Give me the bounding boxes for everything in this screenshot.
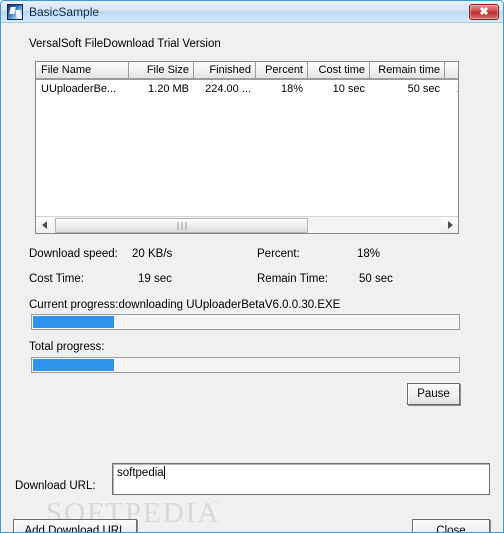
total-progress-fill xyxy=(33,359,114,371)
total-progress-label: Total progress: xyxy=(29,341,105,353)
scroll-left-arrow-icon[interactable] xyxy=(36,217,53,233)
cost-time-label: Cost Time: xyxy=(29,273,84,285)
trial-version-label: VersalSoft FileDownload Trial Version xyxy=(29,38,221,50)
window-close-button[interactable]: ✖ xyxy=(469,4,499,20)
cell-remain-time: 50 sec xyxy=(407,83,440,95)
app-icon xyxy=(7,4,23,20)
column-header-file-name[interactable]: File Name xyxy=(36,62,129,79)
column-header-finished[interactable]: Finished xyxy=(194,62,256,79)
cost-time-value: 19 sec xyxy=(138,273,172,285)
text-caret xyxy=(164,466,165,479)
title-bar: BasicSample ✖ xyxy=(1,1,503,23)
table-row[interactable]: UUploaderBe... 1.20 MB 224.00 ... 18% 10… xyxy=(36,81,458,98)
cell-file-size: 1.20 MB xyxy=(148,83,189,95)
download-speed-label: Download speed: xyxy=(29,248,118,260)
column-header-speed[interactable]: Spee xyxy=(445,62,458,79)
download-url-label: Download URL: xyxy=(15,480,96,492)
download-speed-value: 20 KB/s xyxy=(132,248,173,260)
cell-cost-time: 10 sec xyxy=(332,83,365,95)
downloads-list-view[interactable]: File Name File Size Finished Percent Cos… xyxy=(35,61,459,234)
cell-file-name: UUploaderBe... xyxy=(41,83,117,95)
horizontal-scrollbar[interactable] xyxy=(36,216,458,233)
scrollbar-thumb[interactable] xyxy=(55,218,308,233)
download-url-input[interactable]: softpedia xyxy=(112,463,490,495)
column-header-percent[interactable]: Percent xyxy=(256,62,308,79)
scrollbar-grip-icon xyxy=(177,222,186,230)
watermark-trademark-icon: ™ xyxy=(211,499,220,509)
column-header-file-size[interactable]: File Size xyxy=(129,62,194,79)
pause-button[interactable]: Pause xyxy=(407,383,460,405)
download-url-value: softpedia xyxy=(117,467,164,479)
window-title: BasicSample xyxy=(29,5,100,19)
client-area: VersalSoft FileDownload Trial Version Fi… xyxy=(2,23,502,532)
cell-percent: 18% xyxy=(280,83,303,95)
scroll-right-arrow-icon[interactable] xyxy=(441,217,458,233)
column-header-cost-time[interactable]: Cost time xyxy=(308,62,370,79)
close-button[interactable]: Close xyxy=(412,519,490,532)
column-header-remain-time[interactable]: Remain time xyxy=(370,62,445,79)
cell-speed: 20 KB. xyxy=(445,81,458,98)
remain-time-label: Remain Time: xyxy=(257,273,328,285)
current-progress-label: Current progress:downloading UUploaderBe… xyxy=(29,299,341,311)
percent-value: 18% xyxy=(357,248,381,260)
current-progress-fill xyxy=(33,316,114,328)
remain-time-value: 50 sec xyxy=(359,273,393,285)
current-progress-bar xyxy=(31,314,460,330)
table-header-row: File Name File Size Finished Percent Cos… xyxy=(36,62,458,80)
total-progress-bar xyxy=(31,357,460,373)
application-window: BasicSample ✖ VersalSoft FileDownload Tr… xyxy=(0,0,504,533)
close-icon: ✖ xyxy=(479,6,489,18)
cell-finished: 224.00 ... xyxy=(205,83,251,95)
add-download-url-button[interactable]: Add Download URL xyxy=(13,519,137,532)
percent-label: Percent: xyxy=(257,248,300,260)
